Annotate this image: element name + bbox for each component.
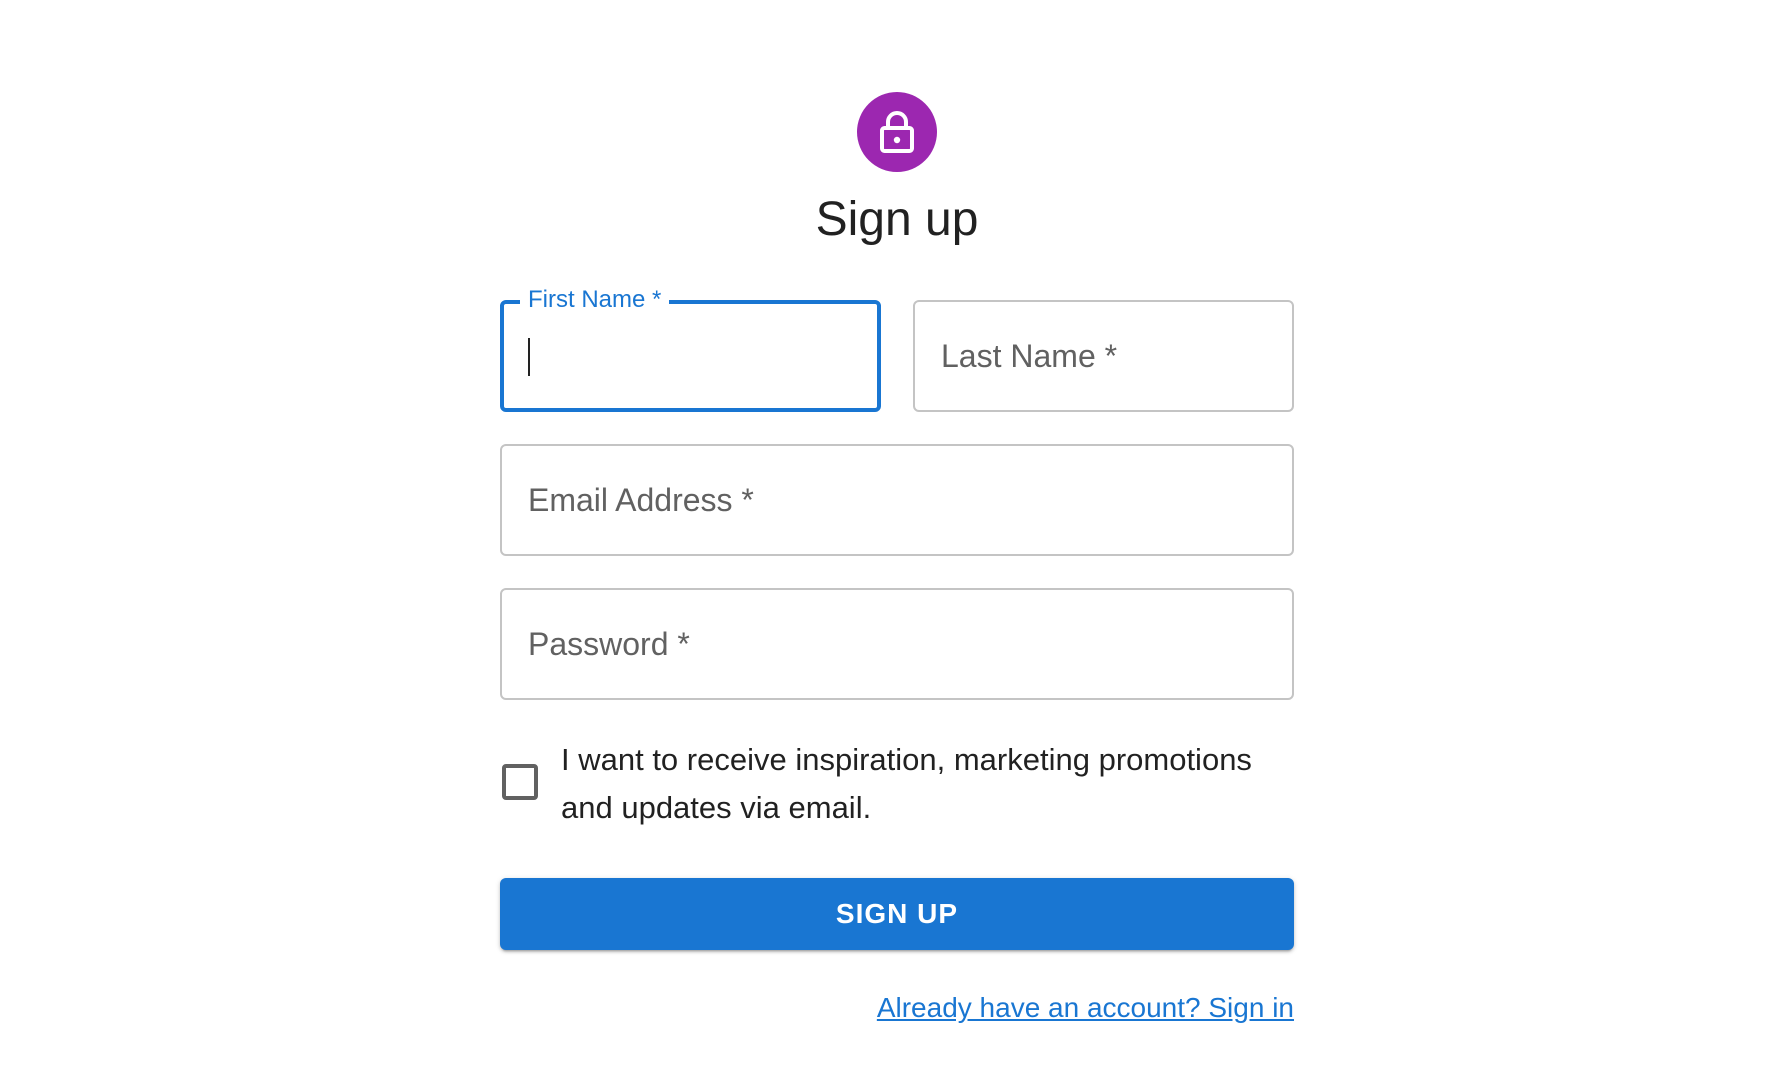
marketing-consent-checkbox[interactable]: [502, 764, 538, 800]
last-name-label: Last Name *: [941, 338, 1118, 374]
sign-in-link[interactable]: Already have an account? Sign in: [877, 990, 1294, 1026]
first-name-field[interactable]: First Name *: [500, 284, 881, 412]
password-field[interactable]: Password *: [500, 588, 1294, 700]
password-label: Password *: [528, 626, 690, 662]
marketing-consent-row[interactable]: I want to receive inspiration, marketing…: [500, 736, 1294, 836]
last-name-field[interactable]: Last Name *: [913, 300, 1294, 412]
text-caret: [528, 338, 530, 376]
page-title: Sign up: [815, 193, 979, 246]
first-name-label: First Name *: [520, 284, 670, 316]
lock-icon: [877, 110, 917, 154]
email-label: Email Address *: [528, 482, 754, 518]
email-field[interactable]: Email Address *: [500, 444, 1294, 556]
avatar: [857, 92, 937, 172]
sign-up-button[interactable]: SIGN UP: [500, 878, 1294, 950]
marketing-consent-label[interactable]: I want to receive inspiration, marketing…: [561, 736, 1261, 832]
